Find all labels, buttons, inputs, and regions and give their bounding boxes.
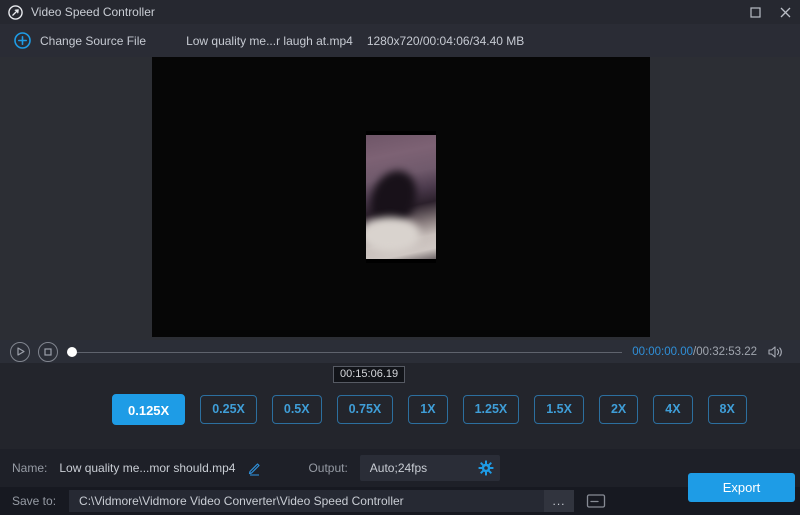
speed-button-1x[interactable]: 1X	[408, 395, 447, 424]
seek-time-tooltip: 00:15:06.19	[333, 366, 405, 383]
source-filename: Low quality me...r laugh at.mp4	[186, 34, 353, 48]
output-filename: Low quality me...mor should.mp4	[59, 461, 235, 475]
play-icon	[16, 347, 25, 356]
speed-section: 00:15:06.19 0.125X 0.25X 0.5X 0.75X 1X 1…	[0, 363, 800, 449]
stop-button[interactable]	[38, 342, 58, 362]
speed-button-05x[interactable]: 0.5X	[272, 395, 322, 424]
bottom-panel: Name: Low quality me...mor should.mp4 Ou…	[0, 449, 800, 515]
seek-slider[interactable]	[67, 342, 622, 362]
source-file-info: 1280x720/00:04:06/34.40 MB	[367, 34, 524, 48]
speed-button-125x[interactable]: 1.25X	[463, 395, 520, 424]
save-path-value: C:\Vidmore\Vidmore Video Converter\Video…	[69, 494, 544, 508]
playback-bar: 00:00:00.00/00:32:53.22	[0, 340, 800, 363]
browse-folder-button[interactable]: ...	[544, 490, 574, 512]
output-format-value: Auto;24fps	[370, 461, 478, 475]
speed-button-2x[interactable]: 2X	[599, 395, 638, 424]
video-bedsheet-shape	[366, 217, 420, 252]
maximize-button[interactable]	[740, 0, 770, 24]
name-output-row: Name: Low quality me...mor should.mp4 Ou…	[0, 449, 800, 487]
video-stage	[0, 57, 800, 340]
open-folder-icon[interactable]	[586, 493, 606, 509]
stop-icon	[44, 348, 52, 356]
titlebar: Video Speed Controller	[0, 0, 800, 24]
save-to-row: Save to: C:\Vidmore\Vidmore Video Conver…	[0, 487, 800, 515]
volume-icon[interactable]	[767, 345, 784, 359]
change-source-label: Change Source File	[40, 34, 146, 48]
export-button[interactable]: Export	[688, 473, 795, 502]
seek-track[interactable]	[67, 352, 622, 353]
save-path-field[interactable]: C:\Vidmore\Vidmore Video Converter\Video…	[69, 490, 574, 512]
window-title: Video Speed Controller	[31, 5, 740, 19]
output-label: Output:	[308, 461, 347, 475]
play-button[interactable]	[10, 342, 30, 362]
output-settings-gear-icon[interactable]	[478, 460, 494, 476]
name-label: Name:	[12, 461, 47, 475]
speed-button-15x[interactable]: 1.5X	[534, 395, 584, 424]
change-source-button[interactable]: Change Source File	[14, 32, 146, 49]
video-thumbnail	[366, 131, 436, 263]
speed-button-0125x[interactable]: 0.125X	[112, 394, 185, 425]
speed-button-075x[interactable]: 0.75X	[337, 395, 394, 424]
source-bar: Change Source File Low quality me...r la…	[0, 24, 800, 57]
close-button[interactable]	[770, 0, 800, 24]
maximize-icon	[750, 7, 761, 18]
total-time: /00:32:53.22	[693, 346, 757, 358]
output-format-field[interactable]: Auto;24fps	[360, 455, 500, 481]
save-to-label: Save to:	[12, 494, 56, 508]
speed-button-row: 0.125X 0.25X 0.5X 0.75X 1X 1.25X 1.5X 2X…	[112, 394, 747, 425]
app-logo-icon	[8, 5, 23, 20]
seek-handle[interactable]	[67, 347, 77, 357]
time-display: 00:00:00.00/00:32:53.22	[632, 346, 757, 358]
speed-button-025x[interactable]: 0.25X	[200, 395, 257, 424]
speed-button-8x[interactable]: 8X	[708, 395, 747, 424]
edit-name-icon[interactable]	[247, 461, 262, 476]
current-time: 00:00:00.00	[632, 346, 693, 358]
close-icon	[780, 7, 791, 18]
video-viewport[interactable]	[152, 57, 650, 337]
speed-button-4x[interactable]: 4X	[653, 395, 692, 424]
add-circle-icon	[14, 32, 31, 49]
